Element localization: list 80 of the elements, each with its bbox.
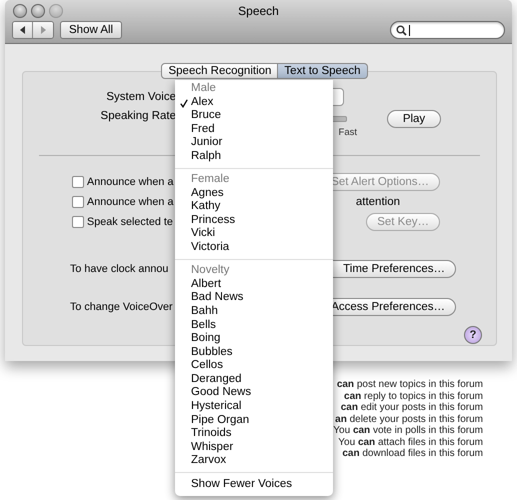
menu-item-label: Vicki bbox=[191, 227, 216, 240]
menu-item[interactable]: Junior bbox=[175, 136, 333, 150]
menu-item[interactable]: Pipe Organ bbox=[175, 414, 333, 428]
menu-item[interactable]: Cellos bbox=[175, 359, 333, 373]
permission-text: can download files in this forum bbox=[342, 448, 483, 460]
menu-item-label: Trinoids bbox=[191, 427, 232, 440]
window-title: Speech bbox=[238, 4, 279, 18]
menu-item[interactable]: Ralph bbox=[175, 150, 333, 164]
show-all-button[interactable]: Show All bbox=[60, 21, 122, 39]
menu-section-header: Novelty bbox=[190, 264, 230, 278]
menu-item-label: Deranged bbox=[191, 372, 242, 385]
menu-item[interactable]: Zarvox bbox=[175, 454, 333, 468]
close-button[interactable] bbox=[13, 4, 27, 18]
field-label: Speaking Rate bbox=[100, 110, 177, 122]
menu-item[interactable]: Kathy bbox=[175, 200, 333, 214]
search-icon bbox=[396, 24, 407, 36]
menu-item-label: Pipe Organ bbox=[191, 414, 250, 426]
option-label: Announce when a bbox=[87, 176, 174, 188]
menu-item[interactable]: Victoria bbox=[175, 241, 333, 255]
menu-item-label: Agnes bbox=[191, 186, 224, 199]
menu-item-label: Bahh bbox=[191, 304, 218, 317]
menu-item-label: Whisper bbox=[191, 440, 234, 453]
menu-item-label: Bruce bbox=[191, 109, 222, 122]
field-label: To have clock annou bbox=[70, 263, 168, 275]
menu-section-header: Female bbox=[190, 173, 230, 187]
menu-section-header: Male bbox=[190, 82, 217, 96]
tab[interactable]: Text to Speech bbox=[278, 63, 368, 79]
forward-icon bbox=[39, 26, 47, 34]
menu-item-label: Bells bbox=[191, 318, 216, 330]
option-label: attention bbox=[356, 196, 400, 208]
permission-text: You can vote in polls in this forum bbox=[333, 425, 483, 436]
menu-item-label: Good News bbox=[191, 386, 252, 398]
menu-item[interactable]: Bruce bbox=[175, 109, 333, 123]
permission-text: can post new topics in this forum bbox=[336, 379, 483, 390]
menu-item-label: Boing bbox=[191, 332, 220, 344]
menu-item-label: Bad News bbox=[191, 291, 244, 304]
play-button[interactable]: Play bbox=[387, 110, 441, 128]
option-label: Announce when a bbox=[87, 196, 174, 208]
menu-item[interactable]: Bells bbox=[175, 318, 333, 332]
menu-item-label: Cellos bbox=[191, 359, 223, 372]
menu-item[interactable]: Hysterical bbox=[175, 400, 333, 414]
menu-item[interactable]: Princess bbox=[175, 214, 333, 228]
tab[interactable]: Speech Recognition bbox=[161, 63, 278, 79]
menu-item-label: Kathy bbox=[191, 200, 220, 212]
field-label: System Voice bbox=[105, 91, 177, 103]
menu-item-label: Bubbles bbox=[191, 346, 233, 358]
menu-item[interactable]: Show Fewer Voices bbox=[175, 478, 333, 492]
back-icon bbox=[18, 26, 26, 34]
minimize-button[interactable] bbox=[31, 4, 45, 18]
option-label: Speak selected te bbox=[87, 216, 173, 228]
menu-item[interactable]: Bubbles bbox=[175, 346, 333, 360]
menu-item[interactable]: Whisper bbox=[175, 440, 333, 454]
menu-item-label: Alex bbox=[191, 96, 214, 108]
permission-text: an delete your posts in this forum bbox=[335, 414, 483, 425]
menu-item-label: Hysterical bbox=[191, 400, 242, 412]
menu-item[interactable]: Vicki bbox=[175, 227, 333, 242]
tick-label: Fast bbox=[338, 127, 357, 138]
menu-item-label: Albert bbox=[191, 278, 222, 290]
zoom-button[interactable] bbox=[49, 4, 63, 18]
menu-item[interactable]: Good News bbox=[175, 386, 333, 400]
help-button[interactable]: ? bbox=[464, 326, 482, 344]
menu-item[interactable]: Deranged bbox=[175, 372, 333, 386]
menu-item[interactable]: Fred bbox=[175, 122, 333, 136]
permission-text: can reply to topics in this forum bbox=[344, 390, 483, 402]
permission-text: You can attach files in this forum bbox=[338, 436, 483, 448]
menu-item[interactable]: Alex bbox=[175, 96, 333, 110]
menu-item[interactable]: Boing bbox=[175, 332, 333, 346]
menu-item-label: Junior bbox=[191, 136, 222, 148]
back-button[interactable] bbox=[13, 22, 33, 38]
menu-item-label: Victoria bbox=[191, 241, 230, 254]
checkbox[interactable] bbox=[72, 196, 84, 208]
menu-item-label: Princess bbox=[191, 214, 236, 226]
menu-item[interactable]: Trinoids bbox=[175, 427, 333, 441]
menu-item[interactable]: Albert bbox=[175, 278, 333, 292]
menu-item-label: Zarvox bbox=[191, 454, 226, 466]
search-field[interactable] bbox=[390, 21, 505, 39]
menu-item-label: Ralph bbox=[191, 150, 222, 162]
menu-item-label: Fred bbox=[191, 122, 215, 135]
permission-text: can edit your posts in this forum bbox=[340, 402, 483, 414]
field-label: To change VoiceOver bbox=[70, 301, 173, 313]
